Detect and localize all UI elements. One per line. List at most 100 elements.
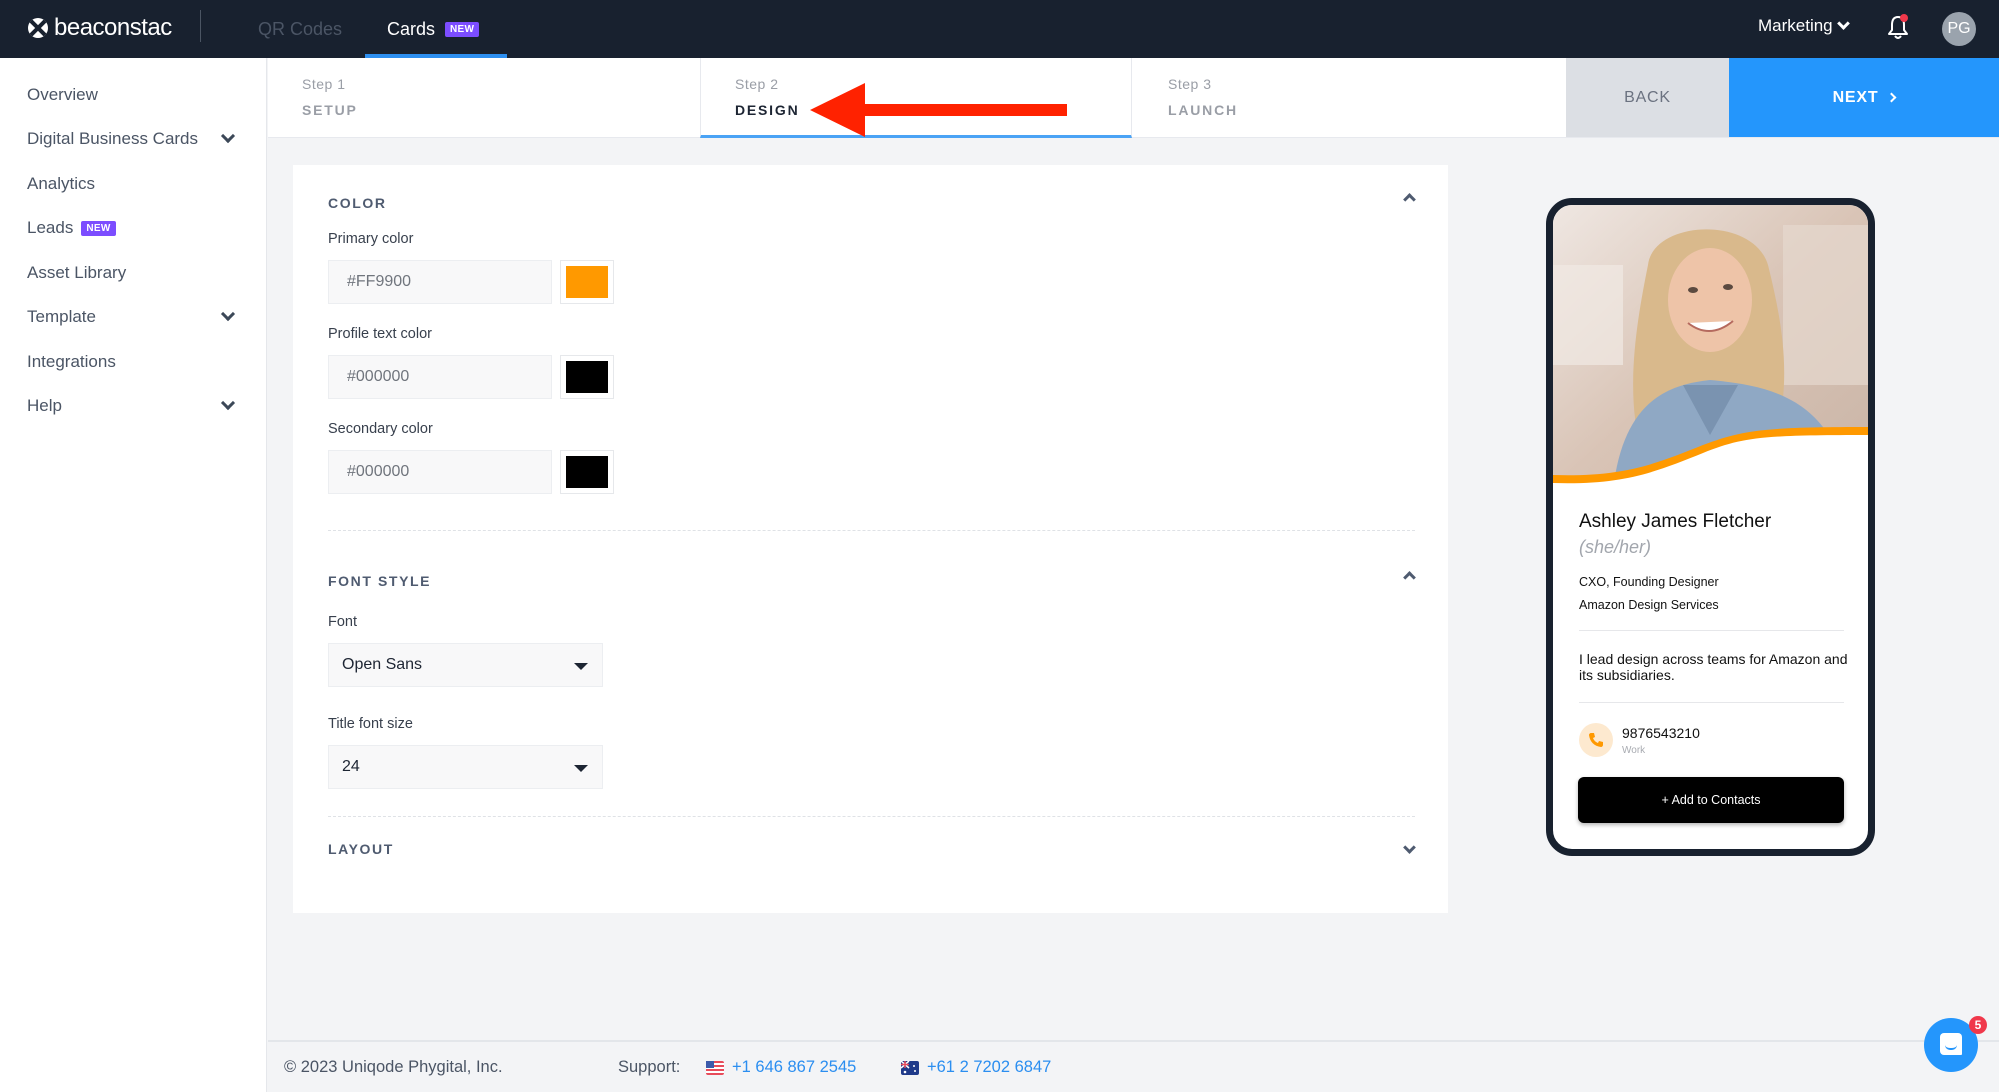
back-button[interactable]: BACK xyxy=(1566,58,1729,137)
secondary-color-label: Secondary color xyxy=(328,421,433,437)
chevron-down-icon xyxy=(220,395,236,411)
chevron-down-icon xyxy=(220,128,236,144)
logo-text: beaconstac xyxy=(54,14,172,41)
user-avatar[interactable]: PG xyxy=(1942,12,1976,46)
profile-photo xyxy=(1553,205,1868,490)
font-style-section-title: FONT STYLE xyxy=(328,573,432,589)
font-select[interactable]: Open Sans xyxy=(328,643,603,687)
next-button-label: NEXT xyxy=(1832,88,1879,106)
title-font-size-select[interactable]: 24 xyxy=(328,745,603,789)
notification-dot xyxy=(1900,14,1908,22)
preview-phone-type: Work xyxy=(1622,745,1646,756)
preview-divider xyxy=(1579,702,1844,703)
preview-pronouns: (she/her) xyxy=(1579,537,1652,557)
new-badge: NEW xyxy=(445,21,480,37)
support-phone-us[interactable]: +1 646 867 2545 xyxy=(706,1058,856,1077)
sidebar-item-label: Asset Library xyxy=(27,263,127,282)
copyright-text: © 2023 Uniqode Phygital, Inc. xyxy=(284,1058,503,1076)
sidebar-item-asset-library[interactable]: Asset Library xyxy=(27,258,237,288)
sidebar-item-leads[interactable]: Leads NEW xyxy=(27,213,237,243)
profile-text-color-swatch[interactable] xyxy=(560,355,614,399)
caret-down-icon xyxy=(574,765,588,772)
step-name: LAUNCH xyxy=(1168,102,1238,118)
tab-cards-label: Cards xyxy=(387,18,436,39)
font-style-section-collapse-toggle[interactable] xyxy=(1400,565,1420,585)
tab-qr-codes-label: QR Codes xyxy=(258,18,343,39)
beaconstac-logo[interactable]: beaconstac xyxy=(28,14,172,42)
color-section-collapse-toggle[interactable] xyxy=(1400,187,1420,207)
sidebar-item-label: Template xyxy=(27,307,96,326)
footer: © 2023 Uniqode Phygital, Inc. Support: +… xyxy=(268,1040,1999,1092)
primary-color-input[interactable]: #FF9900 xyxy=(328,260,552,304)
preview-company: Amazon Design Services xyxy=(1579,598,1719,612)
next-button[interactable]: NEXT xyxy=(1729,58,1999,137)
us-flag-icon xyxy=(706,1060,724,1075)
caret-down-icon xyxy=(574,663,588,670)
org-selector-dropdown[interactable]: Marketing xyxy=(1758,16,1850,36)
add-to-contacts-button[interactable]: + Add to Contacts xyxy=(1578,777,1844,823)
sidebar: Overview Digital Business Cards Analytic… xyxy=(0,58,267,1092)
preview-job-title: CXO, Founding Designer xyxy=(1579,575,1719,589)
tab-cards[interactable]: Cards NEW xyxy=(365,0,507,58)
chevron-right-icon xyxy=(1886,92,1897,103)
sidebar-item-label: Overview xyxy=(27,85,98,104)
primary-color-swatch[interactable] xyxy=(560,260,614,304)
tab-qr-codes[interactable]: QR Codes xyxy=(258,0,342,58)
annotation-arrow-icon xyxy=(810,83,1067,137)
title-font-size-value: 24 xyxy=(342,758,360,775)
chat-unread-badge: 5 xyxy=(1969,1016,1987,1034)
secondary-color-swatch-fill xyxy=(566,456,608,488)
step-setup[interactable]: Step 1 SETUP xyxy=(268,58,700,138)
support-phone-au[interactable]: +61 2 7202 6847 xyxy=(901,1058,1051,1077)
font-label: Font xyxy=(328,614,358,630)
top-navigation-bar: beaconstac QR Codes Cards NEW Marketing … xyxy=(0,0,1999,58)
primary-color-swatch-fill xyxy=(566,266,608,298)
color-section-title: COLOR xyxy=(328,195,387,211)
sidebar-item-template[interactable]: Template xyxy=(27,302,237,332)
sidebar-item-label: Leads xyxy=(27,218,74,237)
chevron-down-icon xyxy=(1403,841,1416,854)
chevron-up-icon xyxy=(1403,193,1416,206)
chevron-up-icon xyxy=(1403,571,1416,584)
chevron-down-icon xyxy=(1836,17,1850,30)
title-font-size-label: Title font size xyxy=(328,716,413,732)
profile-text-color-label: Profile text color xyxy=(328,326,432,342)
step-name: SETUP xyxy=(302,102,358,118)
preview-bio: I lead design across teams for Amazon an… xyxy=(1579,651,1848,683)
support-label: Support: xyxy=(618,1058,681,1076)
chevron-down-icon xyxy=(220,306,236,322)
section-divider xyxy=(328,530,1415,531)
sidebar-item-digital-business-cards[interactable]: Digital Business Cards xyxy=(27,124,237,154)
secondary-color-input[interactable]: #000000 xyxy=(328,450,552,494)
au-flag-icon xyxy=(901,1060,919,1075)
topbar-divider xyxy=(200,10,201,42)
sidebar-item-label: Integrations xyxy=(27,352,116,371)
section-divider xyxy=(328,816,1415,817)
preview-divider xyxy=(1579,630,1844,631)
step-number: Step 1 xyxy=(302,76,346,92)
sidebar-item-label: Digital Business Cards xyxy=(27,129,199,148)
profile-text-color-input[interactable]: #000000 xyxy=(328,355,552,399)
sidebar-item-integrations[interactable]: Integrations xyxy=(27,347,237,377)
primary-color-label: Primary color xyxy=(328,231,414,247)
sidebar-item-label: Analytics xyxy=(27,174,96,193)
logo-mark-icon xyxy=(28,18,48,38)
card-preview-phone: Ashley James Fletcher (she/her) CXO, Fou… xyxy=(1546,198,1875,856)
layout-section-expand-toggle[interactable] xyxy=(1400,841,1420,861)
step-number: Step 3 xyxy=(1168,76,1212,92)
profile-text-color-swatch-fill xyxy=(566,361,608,393)
sidebar-item-label: Help xyxy=(27,396,62,415)
font-select-value: Open Sans xyxy=(342,656,423,673)
preview-phone-number: 9876543210 xyxy=(1622,725,1700,741)
sidebar-item-analytics[interactable]: Analytics xyxy=(27,169,237,199)
phone-icon xyxy=(1579,723,1613,757)
sidebar-item-overview[interactable]: Overview xyxy=(27,80,237,110)
preview-name: Ashley James Fletcher xyxy=(1579,511,1772,532)
org-selector-label: Marketing xyxy=(1758,16,1833,35)
chat-icon xyxy=(1940,1033,1962,1055)
secondary-color-swatch[interactable] xyxy=(560,450,614,494)
step-launch[interactable]: Step 3 LAUNCH xyxy=(1132,58,1566,138)
layout-section-title: LAYOUT xyxy=(328,841,394,857)
new-badge: NEW xyxy=(81,220,116,236)
sidebar-item-help[interactable]: Help xyxy=(27,391,237,421)
